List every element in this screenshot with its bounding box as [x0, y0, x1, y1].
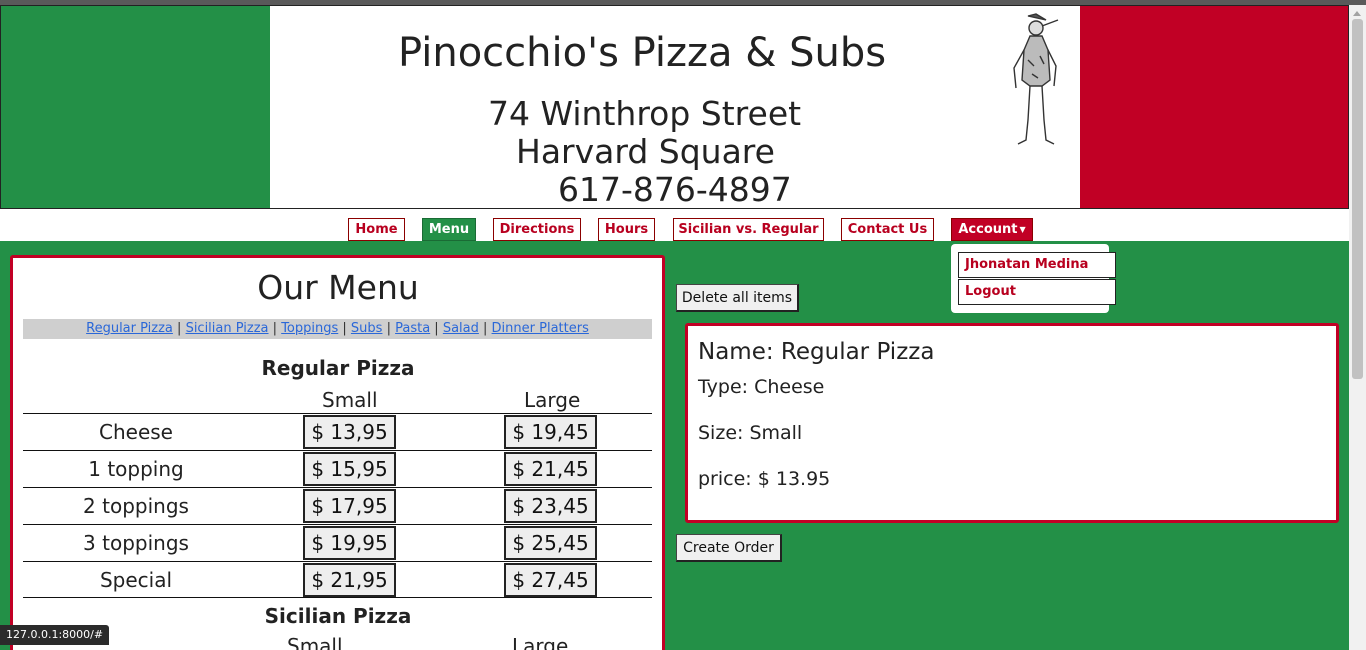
row-label: 2 toppings [83, 494, 189, 518]
col-small-heading: Small [322, 388, 378, 412]
pinocchio-logo-icon [1013, 13, 1059, 145]
regular-pizza-heading: Regular Pizza [261, 356, 415, 380]
create-order-button[interactable]: Create Order [676, 534, 782, 562]
vertical-scrollbar[interactable] [1349, 5, 1366, 650]
nav-account-label: Account [958, 222, 1018, 237]
table-row: Cheese $ 13,95 $ 19,45 [23, 413, 652, 450]
flag-green-stripe [1, 6, 270, 208]
table-row: 3 toppings $ 19,95 $ 25,45 [23, 524, 652, 561]
menu-panel: Our Menu Regular Pizza | Sicilian Pizza … [10, 255, 665, 650]
nav-menu[interactable]: Menu [422, 218, 476, 241]
address-area: Harvard Square [516, 132, 775, 171]
table-row: 1 topping $ 15,95 $ 21,45 [23, 450, 652, 487]
price-large-button[interactable]: $ 27,45 [504, 563, 597, 597]
row-label: 1 topping [88, 457, 184, 481]
regular-pizza-table: Cheese $ 13,95 $ 19,45 1 topping $ 15,95… [23, 413, 652, 598]
address-street: 74 Winthrop Street [488, 94, 802, 133]
cart-item-name: Name: Regular Pizza [698, 339, 935, 365]
site-title: Pinocchio's Pizza & Subs [398, 30, 887, 76]
price-small-button[interactable]: $ 21,95 [303, 563, 396, 597]
sicilian-pizza-heading: Sicilian Pizza [264, 604, 412, 628]
cart-item-card: Name: Regular Pizza Type: Cheese Size: S… [685, 323, 1339, 523]
status-bar-url: 127.0.0.1:8000/# [0, 625, 110, 645]
dropdown-logout[interactable]: Logout [958, 279, 1116, 305]
scroll-up-arrow-icon[interactable] [1353, 11, 1361, 16]
cart-item-type: Type: Cheese [698, 376, 825, 398]
flag-red-stripe [1080, 6, 1348, 208]
cart-item-size: Size: Small [698, 422, 803, 444]
row-label: Cheese [99, 420, 173, 444]
main-nav: Home Menu Directions Hours Sicilian vs. … [0, 209, 1349, 243]
price-small-button[interactable]: $ 19,95 [303, 526, 396, 560]
price-large-button[interactable]: $ 23,45 [504, 489, 597, 523]
phone-number: 617-876-4897 [558, 170, 792, 209]
nav-contact[interactable]: Contact Us [841, 218, 934, 241]
price-small-button[interactable]: $ 15,95 [303, 452, 396, 486]
price-large-button[interactable]: $ 25,45 [504, 526, 597, 560]
scrollbar-thumb[interactable] [1352, 19, 1363, 379]
nav-home[interactable]: Home [348, 218, 405, 241]
nav-sicilian-vs-regular[interactable]: Sicilian vs. Regular [673, 218, 824, 241]
category-link-toppings[interactable]: Toppings [281, 321, 338, 336]
category-link-subs[interactable]: Subs [351, 321, 383, 336]
price-large-button[interactable]: $ 19,45 [504, 415, 597, 449]
category-link-sicilian-pizza[interactable]: Sicilian Pizza [186, 321, 269, 336]
cart-item-price: price: $ 13.95 [698, 468, 831, 490]
col-large-heading: Large [512, 634, 569, 650]
delete-all-items-button[interactable]: Delete all items [676, 284, 799, 312]
menu-title: Our Menu [257, 268, 419, 307]
table-row: 2 toppings $ 17,95 $ 23,45 [23, 487, 652, 524]
account-dropdown-menu: Jhonatan Medina Logout [951, 244, 1116, 313]
price-small-button[interactable]: $ 17,95 [303, 489, 396, 523]
category-link-salad[interactable]: Salad [443, 321, 479, 336]
main-content: Our Menu Regular Pizza | Sicilian Pizza … [0, 243, 1349, 650]
nav-directions[interactable]: Directions [493, 218, 581, 241]
flag-white-stripe: Pinocchio's Pizza & Subs 74 Winthrop Str… [270, 6, 1080, 209]
col-large-heading: Large [524, 388, 581, 412]
col-small-heading: Small [287, 634, 343, 650]
row-label: Special [99, 568, 173, 592]
dropdown-user-name[interactable]: Jhonatan Medina [958, 252, 1116, 278]
price-small-button[interactable]: $ 13,95 [303, 415, 396, 449]
category-link-regular-pizza[interactable]: Regular Pizza [86, 321, 173, 336]
category-link-pasta[interactable]: Pasta [395, 321, 430, 336]
site-header: Pinocchio's Pizza & Subs 74 Winthrop Str… [0, 5, 1349, 209]
nav-hours[interactable]: Hours [598, 218, 655, 241]
caret-down-icon: ▼ [1019, 225, 1026, 234]
price-large-button[interactable]: $ 21,45 [504, 452, 597, 486]
category-links: Regular Pizza | Sicilian Pizza | Topping… [23, 319, 652, 339]
nav-account-dropdown[interactable]: Account ▼ [951, 218, 1033, 241]
row-label: 3 toppings [83, 531, 189, 555]
table-row: Special $ 21,95 $ 27,45 [23, 561, 652, 598]
category-link-dinner-platters[interactable]: Dinner Platters [492, 321, 589, 336]
